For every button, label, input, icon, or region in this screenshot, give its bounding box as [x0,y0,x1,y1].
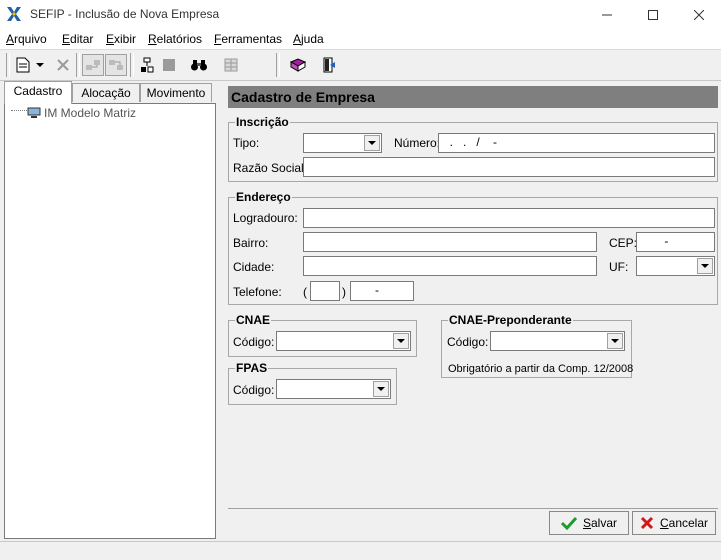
stop-icon [163,59,175,71]
tab-cadastro[interactable]: Cadastro [4,81,72,104]
delete-x-icon [57,59,69,71]
help-book-button[interactable] [287,54,309,76]
toolbar-separator [130,53,134,77]
hierarchy-button[interactable] [136,54,158,76]
bairro-input[interactable] [303,232,597,252]
new-document-icon [16,57,30,73]
cep-input[interactable]: - [636,232,715,252]
telefone-ddd-input[interactable] [310,281,340,301]
telefone-number-input[interactable]: - [350,281,414,301]
chevron-down-icon [364,135,380,151]
cnae-preponderante-legend: CNAE-Preponderante [448,313,573,327]
menu-arquivo[interactable]: Arquivo [6,32,47,46]
cnae-pre-codigo-select[interactable] [490,331,625,351]
cnae-pre-note: Obrigatório a partir da Comp. 12/2008 [448,363,634,375]
hierarchy-icon [141,57,154,73]
cidade-input[interactable] [303,256,597,276]
form-bottom-divider [228,508,718,509]
tab-movimento[interactable]: Movimento [140,83,212,102]
tipo-select[interactable] [303,133,382,153]
exit-button[interactable] [318,54,340,76]
logradouro-input[interactable] [303,208,715,228]
check-icon [560,516,577,530]
menu-ajuda[interactable]: Ajuda [293,32,324,46]
menu-relatorios[interactable]: Relatórios [148,32,202,46]
cidade-label: Cidade: [233,260,275,274]
minimize-icon [602,14,612,15]
uf-label: UF: [609,260,629,274]
toolbar-separator [276,53,280,77]
new-dropdown-button[interactable] [33,54,47,76]
new-document-button[interactable] [12,54,34,76]
cnae-codigo-label: Código: [233,335,275,349]
binoculars-icon [191,60,207,71]
numero-label: Número: [394,136,441,150]
exit-door-icon [323,57,335,73]
chevron-down-icon [36,63,44,67]
endereco-legend: Endereço [235,190,292,204]
status-bar [0,541,721,560]
cancel-x-icon [640,516,654,530]
chevron-down-icon [393,333,409,349]
cnae-codigo-select[interactable] [276,331,411,351]
chevron-down-icon [697,258,713,274]
database-button[interactable] [220,54,242,76]
window-title: SEFIP - Inclusão de Nova Empresa [30,7,220,21]
close-button[interactable] [676,0,721,29]
toolbar-separator [76,53,80,77]
cep-label: CEP: [609,236,638,250]
maximize-icon [648,9,658,20]
toolbar [0,50,721,81]
cancelar-button[interactable]: Cancelar [632,511,716,535]
telefone-label: Telefone: [233,285,282,299]
fpas-codigo-select[interactable] [276,379,391,399]
tree-node-im-modelo-matriz[interactable]: IM Modelo Matriz [44,106,136,120]
database-icon [224,58,238,72]
company-tree[interactable]: IM Modelo Matriz [4,103,216,539]
move-node-icon [86,60,100,70]
book-icon [290,58,306,72]
logradouro-label: Logradouro: [233,211,298,225]
telefone-open-paren: ( [303,285,307,299]
stop-button[interactable] [158,54,180,76]
razao-social-label: Razão Social: [233,161,308,175]
computer-icon [27,107,41,122]
sefip-app-icon [6,6,22,22]
menu-editar[interactable]: Editar [62,32,93,46]
maximize-button[interactable] [630,0,676,29]
minimize-button[interactable] [584,0,630,29]
form-title: Cadastro de Empresa [231,89,375,105]
move-up-button[interactable] [82,54,104,76]
numero-input[interactable]: . . / - [438,133,715,153]
bairro-label: Bairro: [233,236,269,250]
razao-social-input[interactable] [303,157,715,177]
find-button[interactable] [188,54,210,76]
delete-button[interactable] [52,54,74,76]
chevron-down-icon [373,381,389,397]
move-node-down-icon [109,60,123,70]
close-icon [694,9,704,20]
toolbar-separator [6,53,10,77]
cnae-pre-codigo-label: Código: [447,335,489,349]
menu-exibir[interactable]: Exibir [106,32,136,46]
inscricao-legend: Inscrição [235,115,290,129]
tipo-label: Tipo: [233,136,260,150]
fpas-legend: FPAS [235,361,269,375]
fpas-codigo-label: Código: [233,383,275,397]
chevron-down-icon [607,333,623,349]
uf-select[interactable] [636,256,715,276]
salvar-button[interactable]: Salvar [549,511,629,535]
tab-alocacao[interactable]: Alocação [72,83,140,102]
move-down-button[interactable] [105,54,127,76]
cnae-legend: CNAE [235,313,272,327]
menu-ferramentas[interactable]: Ferramentas [214,32,282,46]
telefone-close-paren: ) [342,285,346,299]
menu-bar: Arquivo Editar Exibir Relatórios Ferrame… [0,29,721,50]
